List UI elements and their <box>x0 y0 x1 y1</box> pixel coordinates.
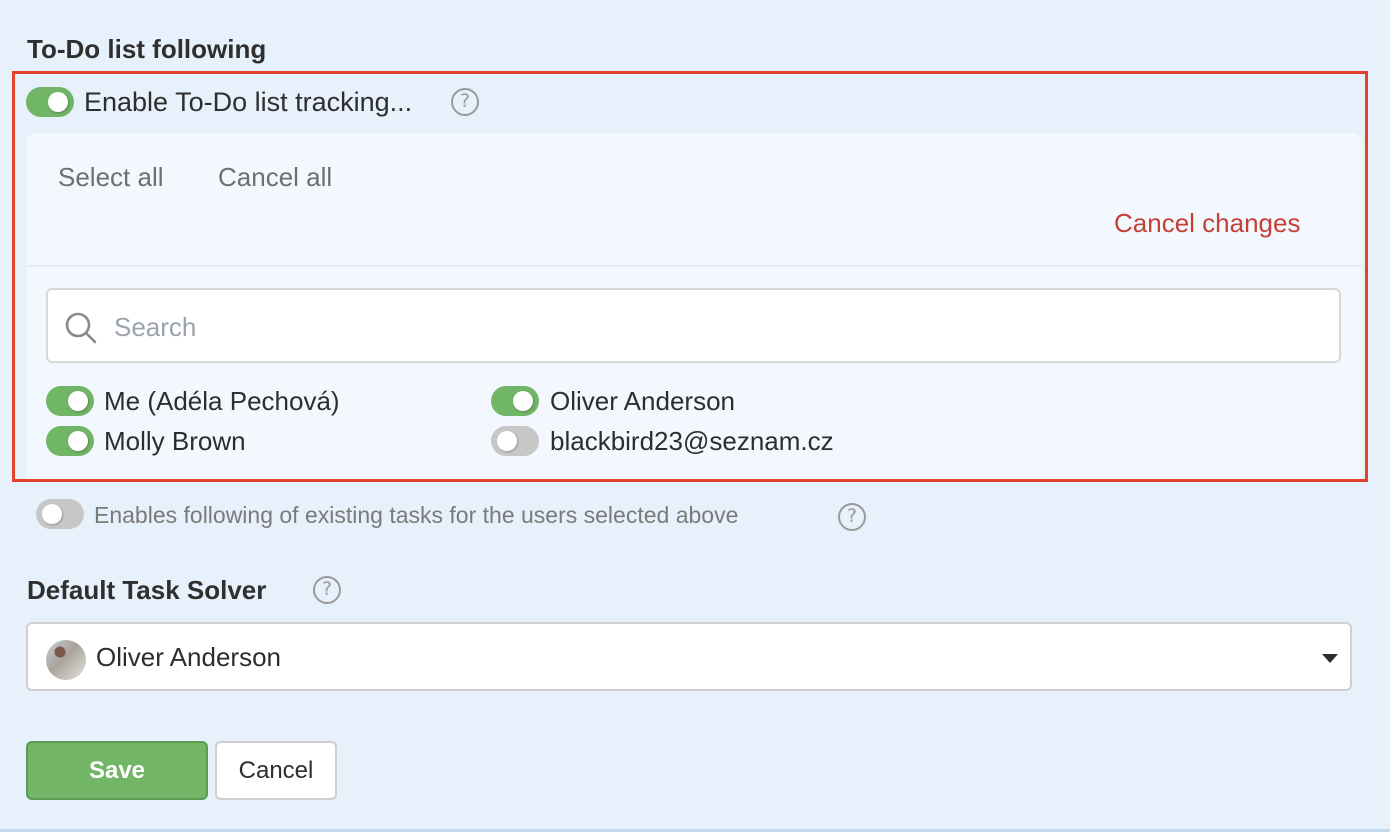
default-solver-select[interactable]: Oliver Anderson <box>26 622 1352 691</box>
default-solver-value: Oliver Anderson <box>96 642 281 672</box>
caret-down-icon <box>1322 654 1338 663</box>
toggle-knob <box>48 92 68 112</box>
cancel-button[interactable]: Cancel <box>215 741 337 800</box>
user-toggle-molly-brown[interactable] <box>46 426 94 456</box>
enable-tracking-toggle[interactable] <box>26 87 74 117</box>
cancel-changes-link[interactable]: Cancel changes <box>1114 208 1300 239</box>
user-label-molly-brown: Molly Brown <box>104 426 246 456</box>
toggle-knob <box>68 431 88 451</box>
search-field[interactable] <box>46 288 1341 363</box>
default-solver-title: Default Task Solver <box>27 575 267 605</box>
existing-tasks-label: Enables following of existing tasks for … <box>94 502 739 528</box>
user-label-blackbird23: blackbird23@seznam.cz <box>550 426 834 456</box>
existing-tasks-toggle[interactable] <box>36 499 84 529</box>
section-title: To-Do list following <box>27 34 267 64</box>
cancel-all-link[interactable]: Cancel all <box>218 162 332 193</box>
search-input[interactable] <box>112 304 1316 350</box>
select-all-link[interactable]: Select all <box>58 162 164 193</box>
user-toggle-oliver-anderson[interactable] <box>491 386 539 416</box>
toggle-knob <box>497 431 517 451</box>
user-toggle-blackbird23[interactable] <box>491 426 539 456</box>
question-circle-icon[interactable]: ? <box>838 503 866 531</box>
question-circle-icon[interactable]: ? <box>313 576 341 604</box>
user-avatar <box>46 640 86 680</box>
panel-divider <box>26 265 1362 267</box>
toggle-knob <box>42 504 62 524</box>
user-label-oliver-anderson: Oliver Anderson <box>550 386 735 416</box>
question-circle-icon[interactable]: ? <box>451 88 479 116</box>
user-toggle-me[interactable] <box>46 386 94 416</box>
search-icon <box>65 312 97 344</box>
user-label-me: Me (Adéla Pechová) <box>104 386 340 416</box>
enable-tracking-label: Enable To-Do list tracking... <box>84 87 413 117</box>
toggle-knob <box>68 391 88 411</box>
toggle-knob <box>513 391 533 411</box>
save-button[interactable]: Save <box>26 741 208 800</box>
